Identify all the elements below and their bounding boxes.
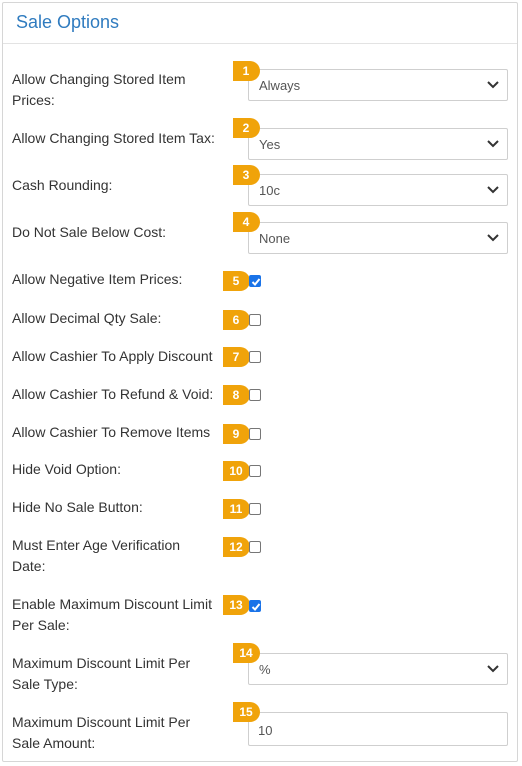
- checkbox-age-verification[interactable]: [249, 541, 261, 553]
- callout-badge: 9: [221, 423, 251, 445]
- panel-title: Sale Options: [16, 12, 120, 32]
- select-value: None: [259, 231, 291, 246]
- callout-badge: 15: [231, 701, 261, 723]
- label-allow-changing-prices: Allow Changing Stored Item Prices:: [12, 71, 186, 108]
- checkbox-cashier-refund-void[interactable]: [249, 389, 261, 401]
- checkbox-hide-void-option[interactable]: [249, 465, 261, 477]
- label-allow-negative-prices: Allow Negative Item Prices:: [12, 271, 183, 287]
- label-cashier-refund-void: Allow Cashier To Refund & Void:: [12, 386, 214, 402]
- checkmark-icon: [251, 603, 261, 611]
- chevron-down-icon: [487, 234, 499, 242]
- select-value: 10c: [259, 183, 280, 198]
- label-enable-max-discount: Enable Maximum Discount Limit Per Sale:: [12, 596, 212, 633]
- label-do-not-sale-below-cost: Do Not Sale Below Cost:: [12, 224, 167, 240]
- callout-badge: 3: [231, 164, 261, 186]
- callout-badge: 13: [221, 594, 251, 616]
- select-value: Always: [259, 78, 301, 93]
- callout-badge: 6: [221, 309, 251, 331]
- callout-badge: 2: [231, 117, 261, 139]
- label-cashier-remove-items: Allow Cashier To Remove Items: [12, 424, 211, 440]
- callout-badge: 12: [221, 536, 251, 558]
- callout-badge: 7: [221, 346, 251, 368]
- checkmark-icon: [251, 278, 261, 286]
- callout-badge: 1: [231, 60, 261, 82]
- label-max-discount-type: Maximum Discount Limit Per Sale Type:: [12, 655, 191, 692]
- checkbox-allow-decimal-qty[interactable]: [249, 314, 261, 326]
- select-allow-changing-prices[interactable]: Always: [248, 69, 508, 101]
- select-cash-rounding[interactable]: 10c: [248, 174, 508, 206]
- label-cashier-apply-discount: Allow Cashier To Apply Discount: [12, 348, 213, 364]
- label-max-discount-amount: Maximum Discount Limit Per Sale Amount:: [12, 714, 191, 751]
- callout-badge: 8: [221, 384, 251, 406]
- checkbox-allow-negative-prices[interactable]: [249, 275, 261, 287]
- callout-badge: 14: [231, 642, 261, 664]
- input-max-discount-amount[interactable]: 10: [248, 712, 508, 746]
- panel-header: Sale Options: [3, 3, 517, 44]
- select-allow-changing-tax[interactable]: Yes: [248, 128, 508, 160]
- label-allow-changing-tax: Allow Changing Stored Item Tax:: [12, 130, 215, 146]
- checkbox-hide-no-sale-button[interactable]: [249, 503, 261, 515]
- label-allow-decimal-qty: Allow Decimal Qty Sale:: [12, 310, 162, 326]
- checkbox-cashier-remove-items[interactable]: [249, 428, 261, 440]
- label-hide-no-sale-button: Hide No Sale Button:: [12, 499, 143, 515]
- label-age-verification: Must Enter Age Verification Date:: [12, 537, 181, 574]
- select-do-not-sale-below-cost[interactable]: None: [248, 222, 508, 254]
- select-max-discount-type[interactable]: %: [248, 653, 508, 685]
- chevron-down-icon: [487, 140, 499, 148]
- select-value: Yes: [259, 137, 281, 152]
- chevron-down-icon: [487, 186, 499, 194]
- checkbox-enable-max-discount[interactable]: [249, 600, 261, 612]
- callout-badge: 10: [221, 460, 251, 482]
- chevron-down-icon: [487, 665, 499, 673]
- input-value: 10: [258, 723, 273, 738]
- callout-badge: 11: [221, 498, 251, 520]
- callout-badge: 5: [221, 270, 251, 292]
- callout-badge: 4: [231, 211, 261, 233]
- checkbox-cashier-apply-discount[interactable]: [249, 351, 261, 363]
- label-hide-void-option: Hide Void Option:: [12, 461, 121, 477]
- chevron-down-icon: [487, 81, 499, 89]
- label-cash-rounding: Cash Rounding:: [12, 177, 113, 193]
- select-value: %: [259, 662, 271, 677]
